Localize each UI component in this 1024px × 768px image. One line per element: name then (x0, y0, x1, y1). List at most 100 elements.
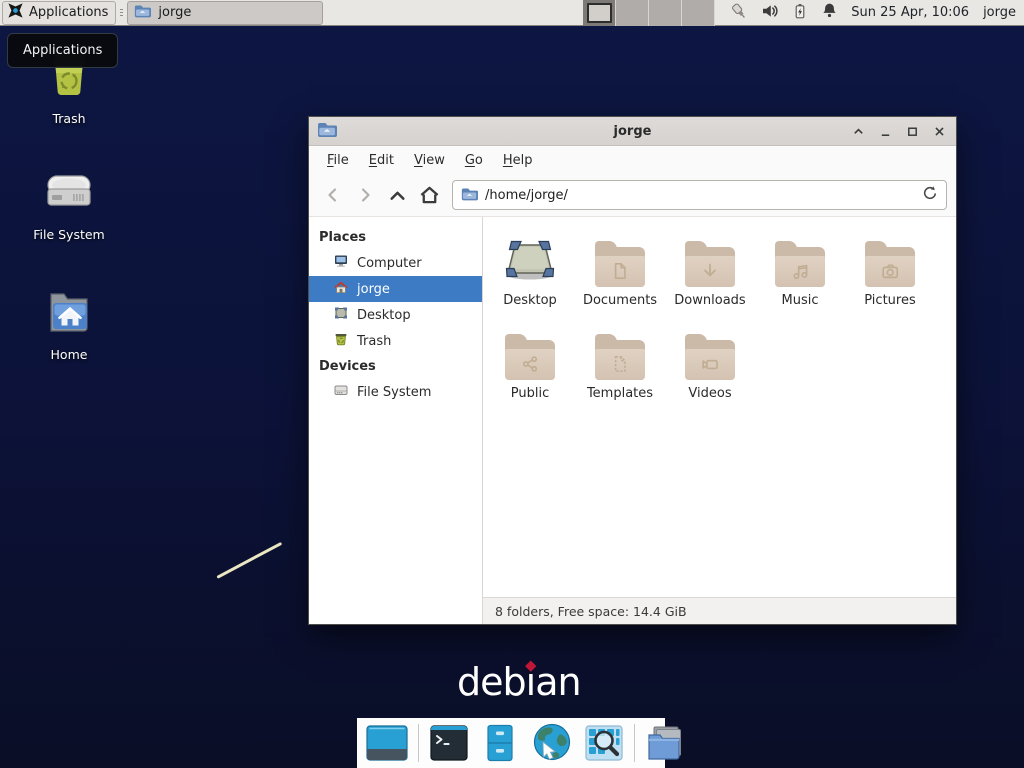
desktop-icon-home[interactable]: Home (19, 288, 119, 362)
forward-button[interactable] (350, 180, 380, 210)
panel-clock[interactable]: Sun 25 Apr, 10:06 (851, 5, 969, 20)
debian-logo-text: deb (457, 660, 526, 704)
workspace-3[interactable] (649, 0, 682, 26)
desktop-trapezoid-icon (502, 233, 558, 287)
file-icon-view[interactable]: Desktop Documents (483, 217, 956, 597)
application-finder-launcher[interactable] (583, 723, 625, 763)
menu-help[interactable]: Help (493, 149, 543, 172)
debian-logo-text: an (535, 660, 580, 704)
file-templates[interactable]: Templates (575, 320, 665, 401)
dock-separator (634, 724, 635, 762)
videos-folder-icon (685, 340, 735, 380)
documents-folder-icon (595, 247, 645, 287)
sidebar-item-computer[interactable]: Computer (309, 250, 482, 276)
hard-drive-small-icon (333, 382, 349, 402)
window-titlebar[interactable]: jorge (309, 117, 956, 146)
sidebar-item-jorge[interactable]: jorge (309, 276, 482, 302)
reload-icon[interactable] (922, 185, 938, 205)
desktop-icon-label: Trash (52, 111, 85, 126)
top-panel: Applications jorge (0, 0, 1024, 26)
public-folder-icon (505, 340, 555, 380)
file-documents[interactable]: Documents (575, 227, 665, 308)
show-desktop-button[interactable] (365, 723, 409, 763)
sidebar-item-trash[interactable]: Trash (309, 328, 482, 354)
file-label: Videos (688, 386, 731, 401)
downloads-folder-icon (685, 247, 735, 287)
workspace-4[interactable] (682, 0, 715, 26)
templates-folder-icon (595, 340, 645, 380)
file-videos[interactable]: Videos (665, 320, 755, 401)
sidebar-header-devices: Devices (309, 354, 482, 379)
sidebar-item-label: Trash (357, 334, 391, 349)
menu-view[interactable]: View (404, 149, 455, 172)
path-value[interactable]: /home/jorge/ (485, 188, 915, 203)
task-folder-icon (134, 4, 151, 22)
menu-go[interactable]: Go (455, 149, 493, 172)
notification-bell-icon[interactable] (820, 1, 839, 24)
applications-menu-button[interactable]: Applications (2, 1, 116, 25)
bottom-dock (357, 718, 665, 768)
directory-menu-launcher[interactable] (644, 723, 684, 763)
home-icon (333, 279, 349, 299)
workspace-window-preview (587, 3, 612, 23)
dock-separator (418, 724, 419, 762)
sidebar-item-label: File System (357, 385, 431, 400)
applications-label: Applications (29, 5, 108, 20)
desktop-screen: Applications jorge (0, 0, 1024, 768)
desktop-icon-label: File System (33, 227, 105, 242)
file-downloads[interactable]: Downloads (665, 227, 755, 308)
hard-drive-icon (43, 168, 95, 220)
workspace-2[interactable] (616, 0, 649, 26)
status-bar: 8 folders, Free space: 14.4 GiB (483, 597, 956, 624)
file-label: Documents (583, 293, 657, 308)
debian-logo: debıan (457, 660, 581, 708)
status-text: 8 folders, Free space: 14.4 GiB (495, 604, 687, 619)
sidebar-item-file-system[interactable]: File System (309, 379, 482, 405)
web-browser-launcher[interactable] (530, 722, 574, 764)
file-manager-window: jorge File Edit View Go Help (308, 116, 957, 625)
file-label: Pictures (864, 293, 915, 308)
workspace-switcher (583, 0, 715, 26)
path-folder-icon (461, 186, 478, 205)
up-button[interactable] (382, 180, 412, 210)
maximize-button[interactable] (903, 122, 921, 140)
network-plug-icon[interactable] (729, 1, 749, 25)
close-button[interactable] (930, 122, 948, 140)
file-label: Templates (587, 386, 653, 401)
task-window-title: jorge (158, 5, 191, 20)
cursor-line-artifact (216, 542, 282, 578)
shade-button[interactable] (849, 122, 867, 140)
path-entry[interactable]: /home/jorge/ (452, 180, 947, 210)
home-button[interactable] (414, 180, 444, 210)
home-folder-icon (44, 288, 94, 340)
sidebar-item-desktop[interactable]: Desktop (309, 302, 482, 328)
places-sidebar: Places Computer jorge (309, 217, 483, 624)
battery-charging-icon[interactable] (791, 1, 809, 25)
taskbar-window-button[interactable]: jorge (127, 1, 323, 25)
desktop-icon (333, 305, 349, 325)
file-public[interactable]: Public (485, 320, 575, 401)
menu-bar: File Edit View Go Help (309, 146, 956, 174)
file-cabinet-launcher[interactable] (479, 723, 521, 763)
file-music[interactable]: Music (755, 227, 845, 308)
system-tray (729, 1, 839, 25)
pictures-folder-icon (865, 247, 915, 287)
volume-icon[interactable] (760, 1, 780, 25)
sidebar-item-label: jorge (357, 282, 390, 297)
sidebar-item-label: Desktop (357, 308, 411, 323)
panel-grip[interactable] (118, 5, 125, 21)
menu-file[interactable]: File (317, 149, 359, 172)
file-desktop[interactable]: Desktop (485, 227, 575, 308)
panel-username: jorge (983, 5, 1016, 20)
file-pictures[interactable]: Pictures (845, 227, 935, 308)
minimize-button[interactable] (876, 122, 894, 140)
file-label: Music (782, 293, 819, 308)
desktop-icon-file-system[interactable]: File System (19, 168, 119, 242)
back-button[interactable] (318, 180, 348, 210)
menu-edit[interactable]: Edit (359, 149, 404, 172)
trash-small-icon (333, 331, 349, 351)
window-folder-icon (317, 121, 337, 142)
workspace-1[interactable] (583, 0, 616, 26)
toolbar: /home/jorge/ (309, 174, 956, 217)
terminal-launcher[interactable] (428, 723, 470, 763)
